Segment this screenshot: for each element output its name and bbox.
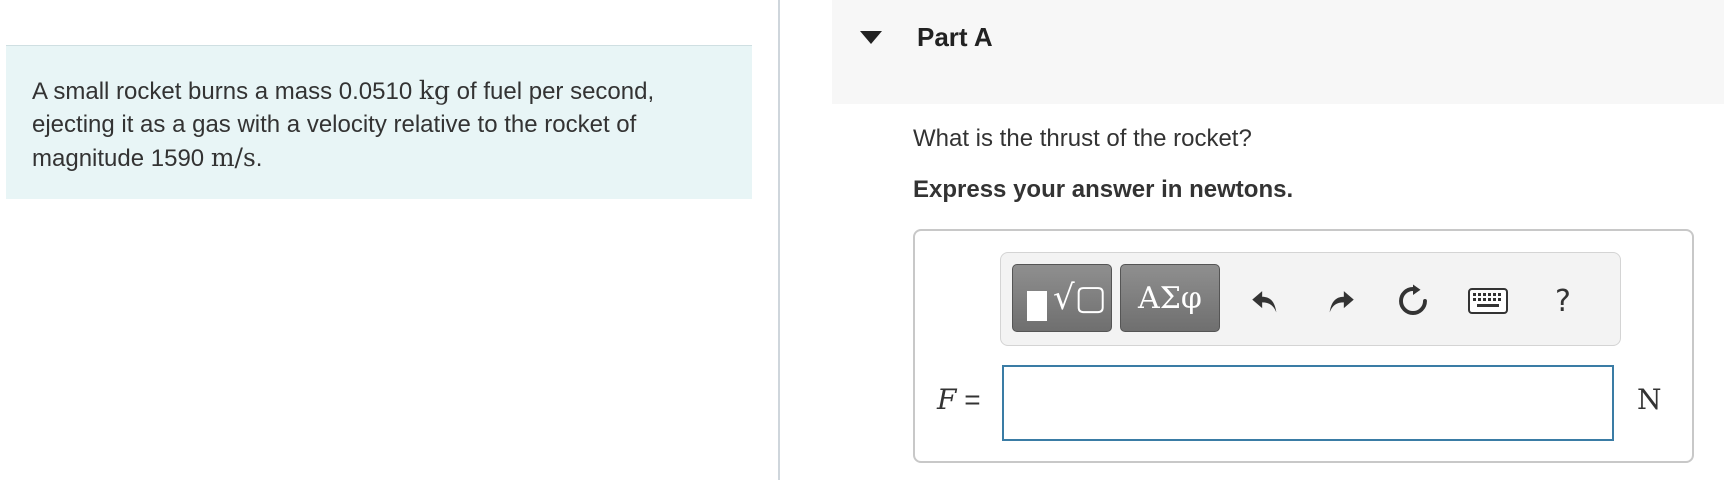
question-text: What is the thrust of the rocket? bbox=[913, 125, 1252, 152]
problem-panel: A small rocket burns a mass 0.0510 kg of… bbox=[0, 0, 778, 480]
variable-label: F = bbox=[937, 383, 981, 416]
variable-symbol: F bbox=[937, 383, 957, 416]
math-toolbar: √▢ ΑΣφ ? bbox=[1000, 252, 1621, 346]
symbols-button[interactable]: ΑΣφ bbox=[1120, 264, 1220, 332]
reset-icon bbox=[1399, 284, 1427, 315]
radical-icon: √▢ bbox=[1053, 278, 1107, 318]
help-button[interactable]: ? bbox=[1541, 279, 1585, 323]
answer-box: √▢ ΑΣφ ? F = N bbox=[913, 229, 1694, 463]
problem-text-1: A small rocket burns a mass 0.0510 bbox=[32, 78, 419, 105]
template-block-icon bbox=[1027, 291, 1047, 321]
reset-button[interactable] bbox=[1391, 279, 1435, 323]
keyboard-button[interactable] bbox=[1466, 279, 1510, 323]
answer-input[interactable] bbox=[1002, 365, 1614, 441]
equals-sign: = bbox=[956, 384, 981, 415]
part-title[interactable]: Part A bbox=[917, 22, 993, 53]
undo-icon bbox=[1252, 291, 1277, 313]
instruction-text: Express your answer in newtons. bbox=[913, 176, 1294, 203]
mass-unit: kg bbox=[418, 76, 451, 105]
problem-statement: A small rocket burns a mass 0.0510 kg of… bbox=[6, 45, 752, 199]
panel-divider[interactable] bbox=[778, 0, 780, 480]
velocity-unit: m/s bbox=[210, 143, 256, 172]
greek-symbols-label: ΑΣφ bbox=[1138, 280, 1202, 316]
undo-button[interactable] bbox=[1243, 279, 1287, 323]
problem-text-end: . bbox=[255, 145, 263, 172]
collapse-caret-icon[interactable] bbox=[860, 31, 882, 44]
templates-button[interactable]: √▢ bbox=[1012, 264, 1112, 332]
unit-label: N bbox=[1637, 383, 1662, 416]
redo-button[interactable] bbox=[1319, 279, 1363, 323]
keyboard-icon bbox=[1468, 288, 1508, 314]
part-header[interactable]: Part A bbox=[832, 0, 1724, 104]
redo-icon bbox=[1329, 291, 1354, 313]
